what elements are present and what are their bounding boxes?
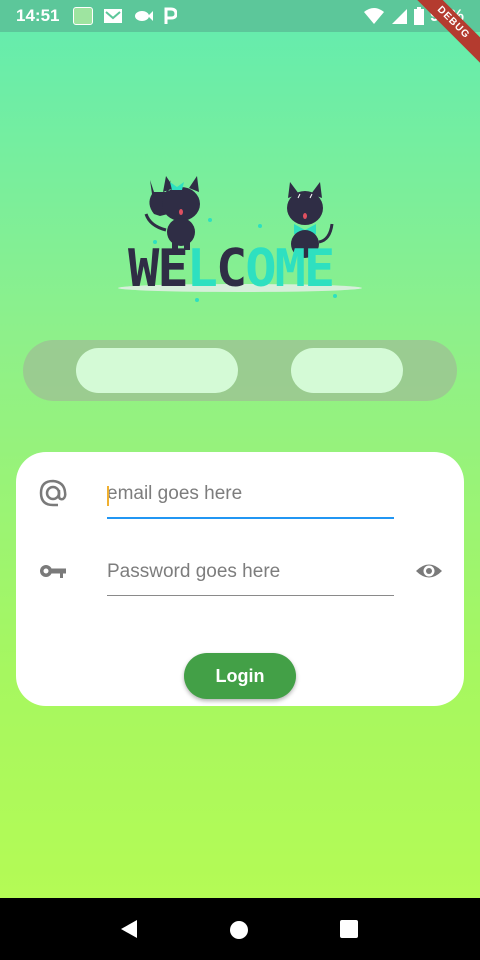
email-underline — [107, 517, 394, 519]
signal-icon — [391, 9, 407, 24]
battery-icon — [413, 7, 424, 25]
password-underline — [107, 595, 394, 596]
email-row — [16, 460, 464, 530]
clock: 14:51 — [16, 6, 60, 25]
svg-text:WELCOME: WELCOME — [128, 239, 333, 299]
at-icon — [39, 479, 67, 507]
password-input[interactable] — [107, 552, 394, 592]
password-row — [16, 538, 464, 608]
key-icon — [40, 565, 66, 578]
toggle-option-right[interactable] — [291, 348, 403, 393]
mail-icon — [104, 9, 123, 23]
letter-l: L — [187, 239, 217, 299]
login-button[interactable]: Login — [184, 653, 296, 699]
letter-m: M — [275, 239, 305, 299]
letter-w: W — [128, 239, 160, 299]
status-bar: 14:51 99% DEBUG — [0, 0, 480, 69]
email-input[interactable] — [107, 474, 394, 514]
welcome-illustration: WELCOME — [118, 176, 362, 302]
letter-c: C — [216, 239, 245, 299]
email-field-wrap — [107, 474, 394, 514]
mode-toggle — [23, 340, 457, 401]
toggle-option-left[interactable] — [76, 348, 238, 393]
eye-icon[interactable] — [414, 556, 444, 586]
letter-e2: E — [304, 239, 333, 299]
wifi-icon — [363, 8, 384, 24]
letter-o: O — [245, 239, 274, 299]
notification-icons — [73, 7, 178, 25]
login-card: Login — [16, 452, 464, 706]
recents-icon[interactable] — [340, 920, 358, 938]
password-field-wrap — [107, 552, 394, 592]
fish-icon — [135, 11, 154, 21]
system-nav-bar — [0, 898, 480, 960]
home-icon[interactable] — [229, 920, 249, 940]
back-icon[interactable] — [118, 918, 140, 940]
text-cursor — [107, 486, 109, 506]
p-app-icon — [164, 7, 178, 24]
app-notification-icon — [73, 7, 94, 25]
letter-e: E — [157, 239, 186, 299]
